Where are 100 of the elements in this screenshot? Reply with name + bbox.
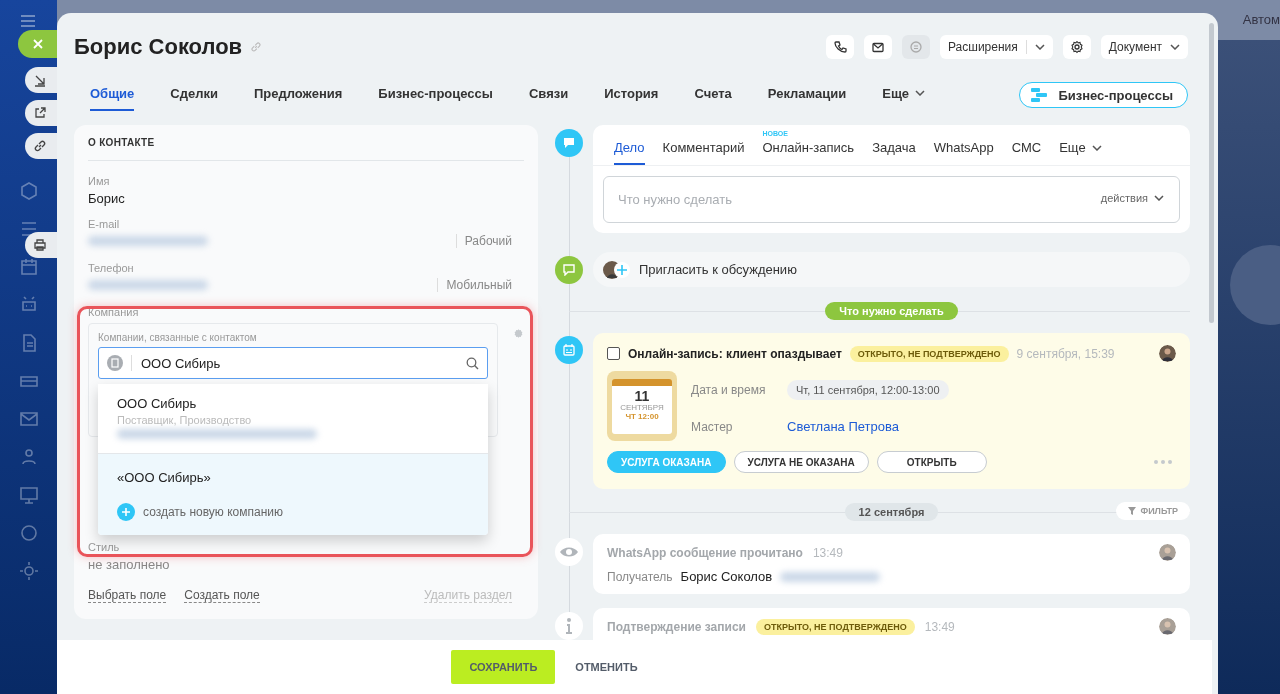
- scrollbar[interactable]: [1209, 23, 1214, 323]
- link-icon: [33, 139, 47, 153]
- cancel-button[interactable]: ОТМЕНИТЬ: [565, 650, 648, 684]
- composer-tab[interactable]: Комментарий: [662, 140, 745, 165]
- chat-icon: [908, 40, 923, 54]
- phone-icon: [832, 40, 847, 54]
- recipient-label: Получатель: [607, 569, 673, 584]
- chevron-down-icon: [915, 90, 926, 96]
- field-label: Стиль: [88, 541, 121, 553]
- page-title: Автом: [1242, 12, 1280, 27]
- phone-button[interactable]: [825, 35, 854, 59]
- chevron-down-icon: [1034, 44, 1045, 50]
- copy-link-button[interactable]: [25, 133, 57, 159]
- field-hint: Компании, связанные с контактом: [98, 332, 258, 343]
- chevron-down-icon: [1091, 144, 1102, 151]
- business-processes-button[interactable]: Бизнес-процессы: [1019, 82, 1188, 108]
- field-link[interactable]: Выбрать поле: [88, 588, 167, 603]
- timestamp: 13:49: [924, 619, 955, 634]
- close-icon: [32, 38, 44, 50]
- section-badge: Что нужно сделать: [825, 302, 958, 320]
- tab[interactable]: Предложения: [254, 79, 343, 111]
- settings-button[interactable]: [1062, 35, 1091, 59]
- menu-icon[interactable]: [20, 14, 36, 28]
- settings-icon[interactable]: [513, 328, 524, 339]
- event-title: Подтверждение записи: [607, 619, 746, 634]
- timestamp: 9 сентября, 15:39: [1016, 346, 1115, 361]
- master-link[interactable]: Светлана Петрова: [787, 419, 899, 435]
- message-icon: [555, 129, 583, 157]
- avatar: [1159, 544, 1176, 561]
- field-value: Борис: [88, 191, 126, 206]
- booking-title: Онлайн-запись: клиент опаздывает: [628, 346, 842, 361]
- chevron-down-icon: [1154, 195, 1164, 201]
- composer-tab[interactable]: Задача: [872, 140, 916, 165]
- calendar-tile: 11 СЕНТЯБРЯ ЧТ 12:00: [607, 371, 677, 441]
- field-label: E-mail: [88, 218, 121, 230]
- save-button[interactable]: СОХРАНИТЬ: [451, 650, 556, 684]
- search-icon[interactable]: [466, 357, 479, 370]
- event-title: WhatsApp сообщение прочитано: [607, 545, 803, 560]
- date-badge: 12 сентября: [844, 503, 939, 521]
- date-time-value: Чт, 11 сентября, 12:00-13:00: [787, 379, 949, 400]
- timestamp: 13:49: [812, 545, 843, 560]
- flowchart-icon: [1030, 87, 1049, 103]
- composer-tab[interactable]: WhatsApp: [933, 140, 994, 165]
- gear-icon: [1069, 40, 1084, 54]
- contact-name: Борис Соколов: [74, 34, 243, 60]
- status-badge: ОТКРЫТО, НЕ ПОДТВЕРЖДЕНО: [849, 345, 1009, 362]
- calendar-icon: [555, 336, 583, 364]
- action-button[interactable]: ОТКРЫТЬ: [876, 451, 987, 473]
- plus-icon: [117, 503, 135, 521]
- external-link-icon: [33, 106, 47, 120]
- actions-dropdown[interactable]: действия: [1100, 192, 1164, 204]
- field-label: Телефон: [88, 262, 135, 274]
- field-type[interactable]: Мобильный: [437, 278, 512, 292]
- more-icon[interactable]: [1154, 460, 1172, 464]
- print-button[interactable]: [25, 232, 57, 258]
- tab[interactable]: Бизнес-процессы: [378, 79, 493, 111]
- document-button[interactable]: Документ: [1100, 35, 1188, 59]
- section-title: О КОНТАКТЕ: [88, 137, 524, 161]
- chat-icon: [555, 256, 583, 284]
- create-company-button[interactable]: создать новую компанию: [117, 503, 283, 521]
- company-icon: [106, 354, 124, 372]
- tab[interactable]: Связи: [528, 79, 569, 111]
- field-value: не заполнено: [88, 557, 171, 572]
- action-button[interactable]: УСЛУГА НЕ ОКАЗАНА: [733, 451, 869, 473]
- tab[interactable]: Общие: [90, 79, 135, 111]
- tab[interactable]: Еще: [882, 79, 926, 111]
- avatar-add-icon: [603, 260, 631, 279]
- detail-label: Дата и время: [691, 382, 767, 397]
- composer-tab[interactable]: Дело: [614, 140, 645, 165]
- status-badge: ОТКРЫТО, НЕ ПОДТВЕРЖДЕНО: [755, 618, 915, 635]
- mail-button[interactable]: [863, 35, 892, 59]
- arrow-down-right-icon: [33, 73, 47, 87]
- composer-tab[interactable]: СМС: [1011, 140, 1042, 165]
- invite-button[interactable]: Пригласить к обсуждению: [593, 252, 1190, 287]
- checkbox[interactable]: [607, 347, 620, 360]
- search-field[interactable]: ООО Сибирь: [98, 347, 488, 379]
- avatar: [1159, 618, 1176, 635]
- extensions-button[interactable]: Расширения: [939, 35, 1053, 59]
- printer-icon: [33, 238, 47, 252]
- composer-tab[interactable]: Еще: [1059, 140, 1102, 165]
- close-button[interactable]: [18, 30, 57, 58]
- new-company-name[interactable]: «ООО Сибирь»: [117, 470, 211, 485]
- tab[interactable]: Рекламации: [767, 79, 847, 111]
- field-label: Имя: [88, 175, 111, 187]
- filter-icon: [1128, 507, 1137, 515]
- tab[interactable]: Сделки: [170, 79, 218, 111]
- tab[interactable]: Счета: [694, 79, 732, 111]
- collapse-button[interactable]: [25, 67, 57, 93]
- avatar: [1159, 345, 1176, 362]
- eye-icon: [555, 538, 583, 566]
- sidebar-icon[interactable]: [18, 256, 40, 278]
- field-label: Компания: [88, 306, 140, 318]
- field-type[interactable]: Рабочий: [455, 234, 512, 248]
- tab[interactable]: История: [604, 79, 659, 111]
- open-in-new-button[interactable]: [25, 100, 57, 126]
- link-icon[interactable]: [250, 41, 263, 53]
- field-link[interactable]: Создать поле: [184, 588, 260, 603]
- mail-icon: [870, 40, 885, 54]
- recipient-name: Борис Соколов: [680, 569, 773, 584]
- chevron-down-icon: [1170, 44, 1180, 50]
